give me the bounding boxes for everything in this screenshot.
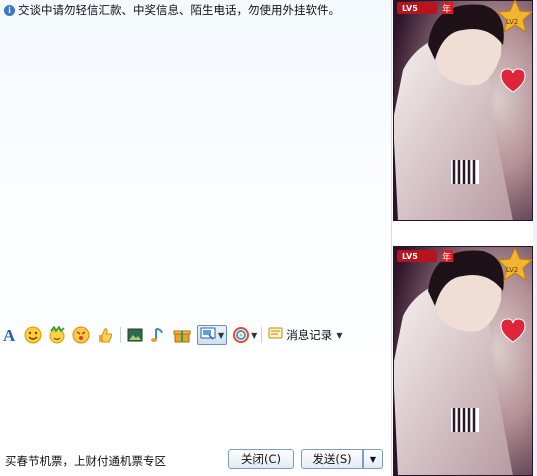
star-level-text: LV2 bbox=[506, 266, 518, 274]
chevron-down-icon: ▼ bbox=[251, 330, 258, 340]
message-history-button[interactable]: 消息记录 ▼ bbox=[268, 327, 342, 344]
input-toolbar: A ▼ ▼ 消息记录 ▼ bbox=[2, 324, 387, 346]
level-badge-text: LV5 bbox=[402, 4, 418, 13]
star-level-text: LV2 bbox=[506, 18, 518, 26]
contact-avatar-photo: LV5 年 LV2 bbox=[393, 0, 533, 221]
toolbar-divider bbox=[120, 327, 121, 343]
my-photo-image: LV5 年 LV2 bbox=[393, 246, 533, 476]
message-input[interactable] bbox=[0, 348, 391, 442]
screenshot-button[interactable]: ▼ bbox=[197, 325, 228, 345]
level-badge: LV5 年 bbox=[397, 2, 453, 15]
thumbs-up-icon[interactable] bbox=[96, 325, 114, 345]
close-button[interactable]: 关闭(C) bbox=[228, 449, 294, 469]
level-badge: LV5 年 bbox=[397, 250, 453, 263]
year-badge-text: 年 bbox=[442, 3, 451, 15]
smiley-icon[interactable] bbox=[24, 325, 42, 345]
safety-notice: i 交谈中请勿轻信汇款、中奖信息、陌生电话，勿使用外挂软件。 bbox=[4, 2, 340, 18]
chevron-down-icon: ▼ bbox=[336, 330, 343, 340]
safety-notice-text: 交谈中请勿轻信汇款、中奖信息、陌生电话，勿使用外挂软件。 bbox=[18, 3, 340, 17]
poke-icon[interactable] bbox=[72, 325, 90, 345]
message-history-label: 消息记录 bbox=[286, 328, 333, 342]
ad-link[interactable]: 买春节机票，上财付通机票专区 bbox=[5, 453, 166, 469]
font-icon[interactable]: A bbox=[2, 325, 18, 345]
contact-photo-image: LV5 年 LV2 bbox=[393, 0, 533, 221]
app-button[interactable]: ▼ bbox=[233, 325, 257, 345]
year-badge-text: 年 bbox=[442, 251, 451, 263]
send-button[interactable]: 发送(S) bbox=[301, 449, 363, 469]
my-avatar-photo: LV5 年 LV2 bbox=[393, 246, 533, 476]
info-icon: i bbox=[4, 4, 15, 16]
bottom-bar: 买春节机票，上财付通机票专区 关闭(C) 发送(S) ▼ bbox=[0, 444, 391, 476]
window-edge bbox=[533, 0, 537, 476]
svg-text:A: A bbox=[3, 326, 16, 344]
image-icon[interactable] bbox=[127, 325, 143, 345]
magic-emoticon-icon[interactable] bbox=[48, 325, 66, 345]
music-icon[interactable] bbox=[149, 325, 167, 345]
chat-message-area: i 交谈中请勿轻信汇款、中奖信息、陌生电话，勿使用外挂软件。 A ▼ ▼ 消息记… bbox=[0, 0, 391, 476]
toolbar-divider bbox=[261, 327, 263, 343]
history-icon bbox=[268, 327, 284, 344]
app-icon bbox=[233, 327, 250, 343]
panel-divider bbox=[391, 0, 392, 476]
send-options-button[interactable]: ▼ bbox=[363, 449, 383, 469]
level-badge-text: LV5 bbox=[402, 252, 418, 261]
chevron-down-icon: ▼ bbox=[218, 330, 225, 340]
gift-icon[interactable] bbox=[173, 325, 191, 345]
screenshot-icon bbox=[200, 327, 216, 344]
